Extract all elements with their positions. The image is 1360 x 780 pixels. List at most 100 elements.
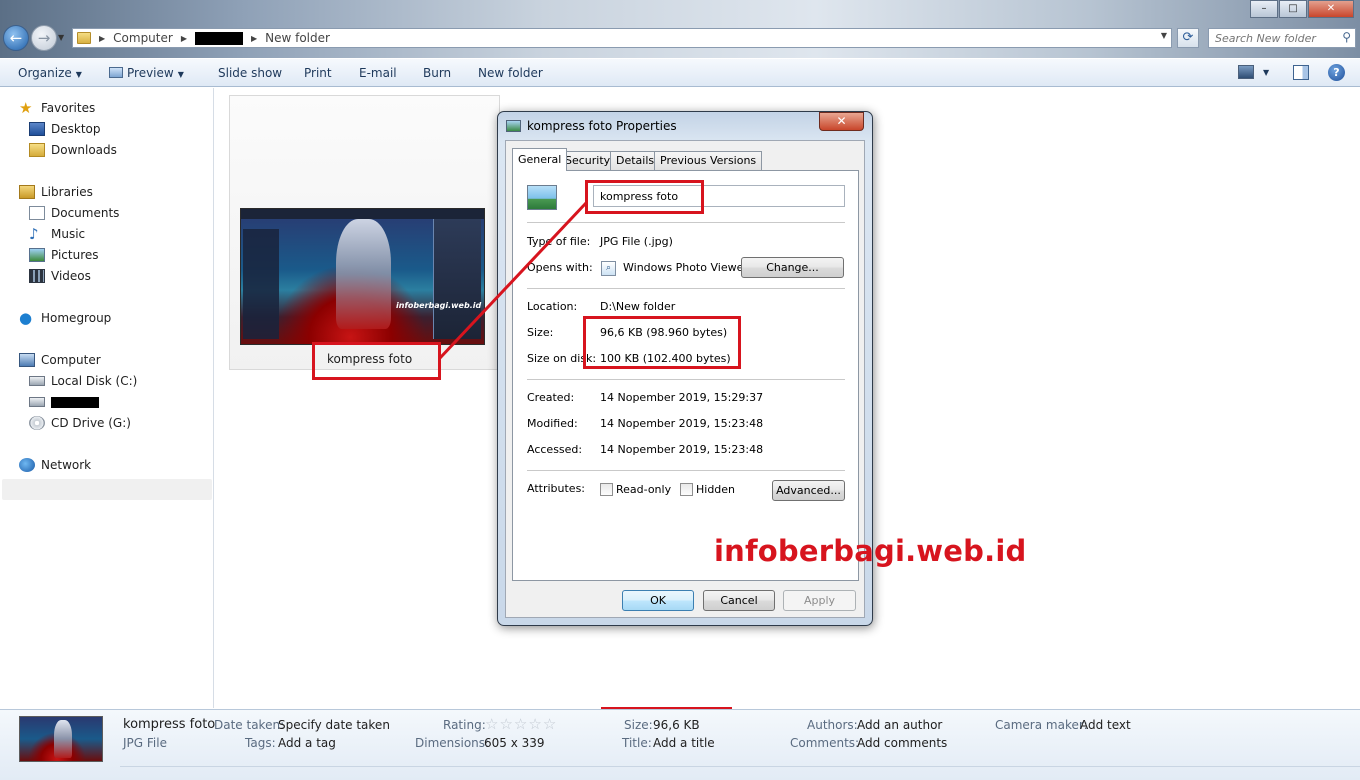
new-folder-button[interactable]: New folder [478,66,543,80]
rating-star-icon[interactable]: ☆ [528,715,541,733]
navigation-pane: ★ Favorites Desktop Downloads Libraries D… [0,88,214,708]
minimize-button[interactable]: – [1250,0,1278,18]
divider [527,379,845,380]
location-label: Location: [527,300,578,313]
hidden-label[interactable]: Hidden [696,483,735,496]
nav-label: Desktop [51,122,101,136]
tab-previous-versions[interactable]: Previous Versions [654,151,763,170]
camera-maker-value[interactable]: Add text [1080,718,1131,732]
rating-stars[interactable]: ☆☆☆☆☆ [485,715,557,733]
breadcrumb-chevron-icon[interactable]: ▶ [181,34,187,43]
address-bar[interactable]: ▶ Computer ▶ ▶ New folder ▼ [72,28,1172,48]
close-window-button[interactable]: ✕ [1308,0,1354,18]
dimensions-value: 605 x 339 [484,736,545,750]
breadcrumb-new-folder[interactable]: New folder [265,31,330,45]
change-view-icon[interactable] [1238,65,1254,79]
rating-star-icon[interactable]: ☆ [499,715,512,733]
authors-value[interactable]: Add an author [857,718,942,732]
readonly-label[interactable]: Read-only [616,483,671,496]
size-label: Size: [527,326,554,339]
nav-music[interactable]: ♪ Music [29,224,85,244]
back-button[interactable]: ← [3,25,29,51]
readonly-checkbox[interactable] [600,483,613,496]
nav-network[interactable]: Network [19,455,91,475]
folder-icon [77,32,91,44]
nav-computer[interactable]: Computer [19,350,101,370]
nav-label: Documents [51,206,120,220]
nav-documents[interactable]: Documents [29,203,119,223]
cancel-button[interactable]: Cancel [703,590,775,611]
nav-videos[interactable]: Videos [29,266,91,286]
rating-star-icon[interactable]: ☆ [514,715,527,733]
title-value[interactable]: Add a title [653,736,715,750]
nav-label: Computer [41,353,101,367]
nav-label: Network [41,458,92,472]
tab-details[interactable]: Details [610,151,661,170]
details-thumbnail [19,716,103,762]
date-taken-value[interactable]: Specify date taken [278,718,390,732]
burn-button[interactable]: Burn [423,66,451,80]
dropdown-arrow-icon: ▼ [75,70,82,79]
modified-value: 14 Nopember 2019, 15:23:48 [600,417,764,430]
ok-button[interactable]: OK [622,590,694,611]
email-button[interactable]: E-mail [359,66,397,80]
preview-label: Preview [127,66,174,80]
print-button[interactable]: Print [304,66,332,80]
downloads-folder-icon [29,143,45,157]
hidden-checkbox[interactable] [680,483,693,496]
breadcrumb-chevron-icon[interactable]: ▶ [251,34,257,43]
rating-star-icon[interactable]: ☆ [543,715,556,733]
music-icon: ♪ [29,225,39,243]
organize-button[interactable]: Organize ▼ [18,66,82,80]
preview-button[interactable]: Preview ▼ [109,66,184,80]
annotation-box-file-label [312,342,441,380]
annotation-box-name-field [585,180,704,214]
address-dropdown-icon[interactable]: ▼ [1161,31,1167,40]
divider [527,288,845,289]
view-options-dropdown-icon[interactable]: ▼ [1263,68,1269,77]
forward-button[interactable]: → [31,25,57,51]
dialog-close-button[interactable]: ✕ [819,112,864,131]
file-thumbnail[interactable]: infoberbagi.web.id [240,208,485,345]
tags-value[interactable]: Add a tag [278,736,336,750]
authors-label: Authors: [807,718,858,732]
thumbnail-right-panel [433,219,481,339]
details-file-name: kompress foto [123,717,216,732]
recent-pages-dropdown[interactable]: ▼ [58,33,64,42]
tab-security[interactable]: Security [559,151,617,170]
created-value: 14 Nopember 2019, 15:29:37 [600,391,764,404]
nav-cd-drive[interactable]: CD Drive (G:) [29,413,131,433]
refresh-icon: ⟳ [1182,30,1194,45]
nav-downloads[interactable]: Downloads [29,140,117,160]
general-tab-pane: Type of file: JPG File (.jpg) Opens with… [512,170,859,581]
nav-local-disk[interactable]: Local Disk (C:) [29,371,137,391]
change-button[interactable]: Change... [741,257,844,278]
homegroup-icon: ● [19,309,33,327]
breadcrumb-computer[interactable]: Computer [113,31,173,45]
nav-desktop[interactable]: Desktop [29,119,101,139]
dropdown-arrow-icon: ▼ [177,70,184,79]
help-icon[interactable]: ? [1328,64,1345,81]
rating-star-icon[interactable]: ☆ [485,715,498,733]
thumbnail-hero-figure [336,219,391,329]
nav-libraries[interactable]: Libraries [19,182,93,202]
comments-value[interactable]: Add comments [857,736,947,750]
tab-general[interactable]: General [512,148,568,171]
nav-redacted-drive[interactable] [29,392,99,412]
apply-button[interactable]: Apply [783,590,856,611]
slideshow-button[interactable]: Slide show [218,66,282,80]
thumbnail-hero-figure [54,720,72,758]
preview-pane-icon[interactable] [1293,65,1309,80]
refresh-button[interactable]: ⟳ [1177,28,1199,48]
search-box[interactable]: ⚲ [1208,28,1356,48]
search-input[interactable] [1209,29,1331,47]
breadcrumb-chevron-icon[interactable]: ▶ [99,34,105,43]
maximize-button[interactable]: □ [1279,0,1307,18]
accessed-label: Accessed: [527,443,583,456]
nav-pictures[interactable]: Pictures [29,245,99,265]
watermark-text: infoberbagi.web.id [714,534,1027,568]
nav-favorites[interactable]: ★ Favorites [19,98,95,118]
advanced-button[interactable]: Advanced... [772,480,845,501]
nav-homegroup[interactable]: ● Homegroup [19,308,111,328]
search-icon[interactable]: ⚲ [1342,30,1351,44]
